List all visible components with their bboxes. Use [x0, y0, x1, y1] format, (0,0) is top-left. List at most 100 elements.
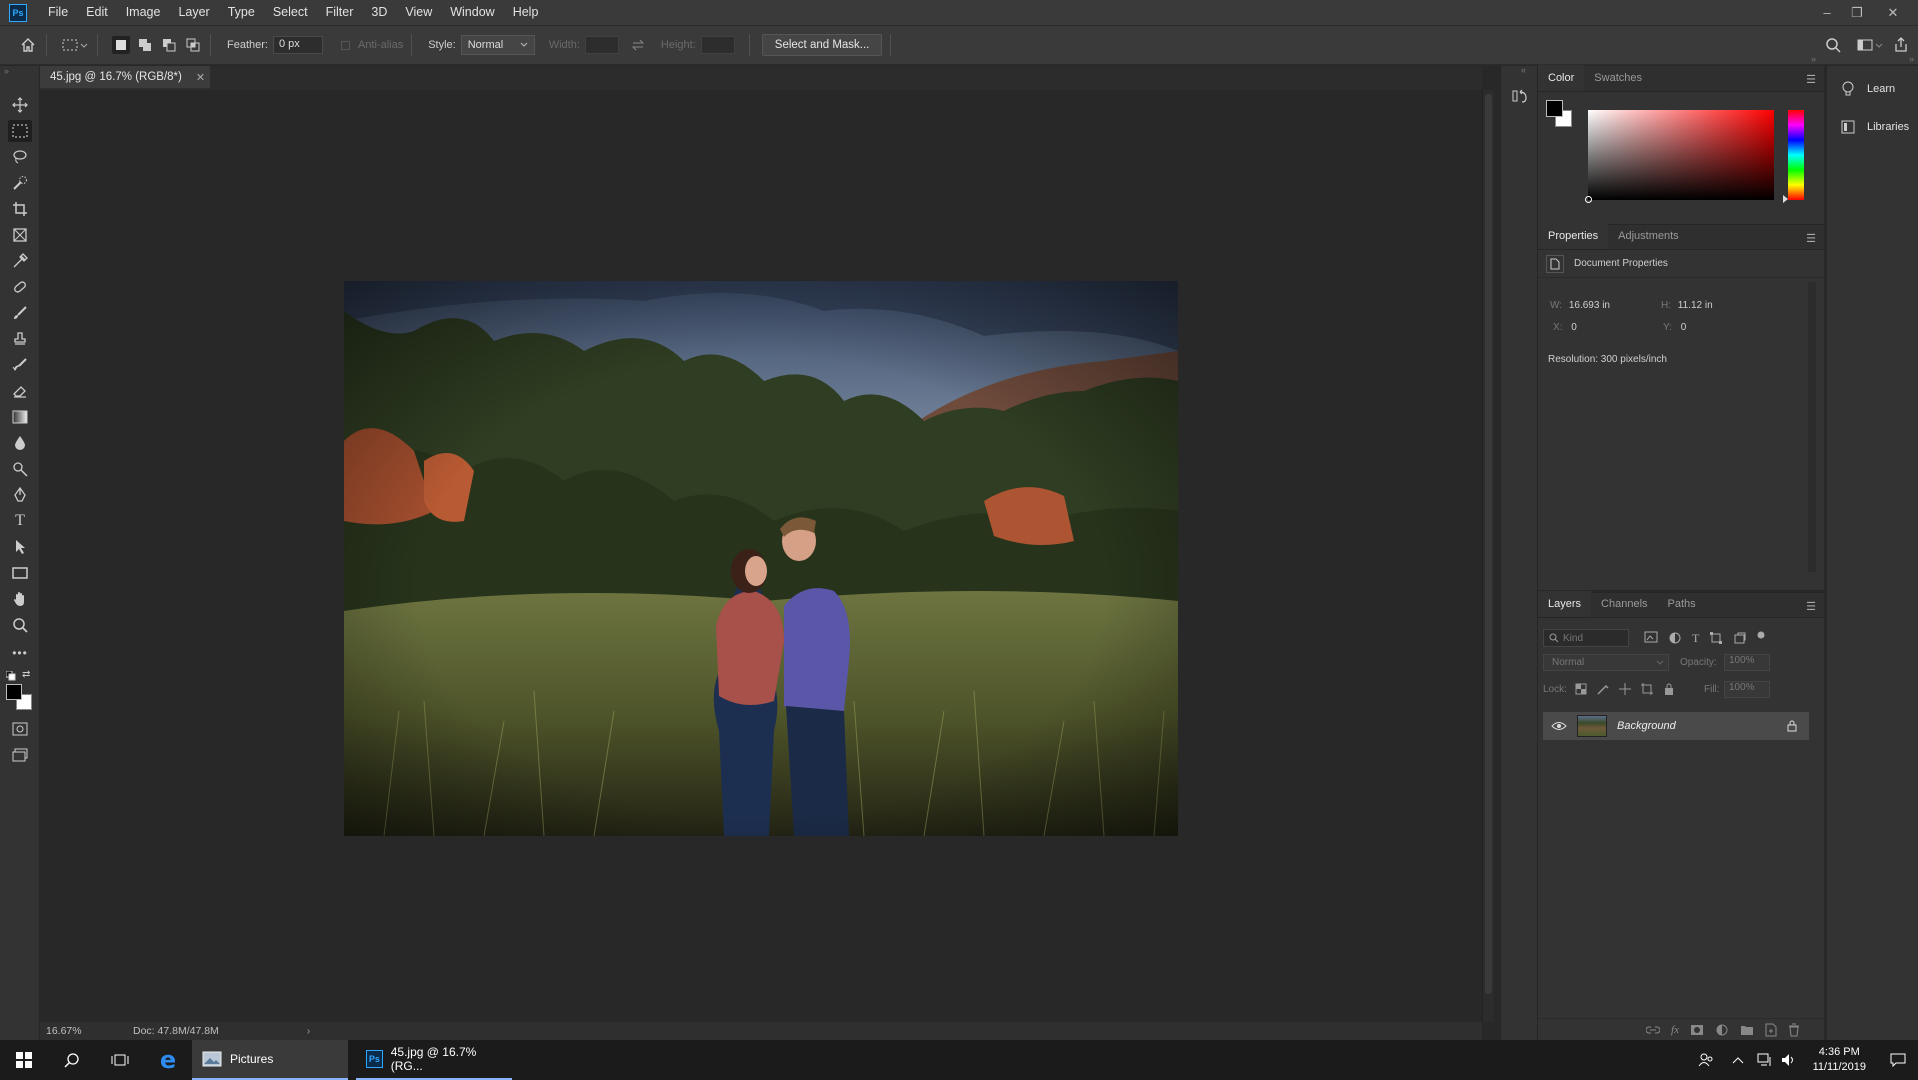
lasso-tool-icon[interactable]: [8, 146, 32, 168]
panel-menu-icon[interactable]: ☰: [1806, 600, 1816, 613]
tab-paths[interactable]: Paths: [1658, 591, 1706, 617]
vertical-scrollbar[interactable]: [1482, 90, 1494, 1022]
new-adjustment-layer-icon[interactable]: [1715, 1023, 1729, 1037]
taskbar-app-photoshop[interactable]: Ps 45.jpg @ 16.7% (RG...: [356, 1040, 512, 1080]
menu-type[interactable]: Type: [219, 0, 264, 25]
dodge-tool-icon[interactable]: [8, 458, 32, 480]
eraser-tool-icon[interactable]: [8, 380, 32, 402]
frame-tool-icon[interactable]: [8, 224, 32, 246]
pixel-filter-icon[interactable]: [1644, 631, 1658, 643]
menu-filter[interactable]: Filter: [317, 0, 363, 25]
smart-object-filter-icon[interactable]: [1733, 631, 1747, 645]
menu-layer[interactable]: Layer: [169, 0, 218, 25]
rectangle-tool-icon[interactable]: [8, 562, 32, 584]
properties-scrollbar[interactable]: [1808, 282, 1816, 572]
layer-row[interactable]: Background: [1543, 712, 1809, 740]
opacity-input[interactable]: 100%: [1724, 654, 1770, 671]
add-mask-icon[interactable]: [1690, 1024, 1704, 1036]
eyedropper-tool-icon[interactable]: [8, 250, 32, 272]
adjustment-filter-icon[interactable]: [1668, 631, 1682, 645]
add-selection-icon[interactable]: [136, 36, 154, 54]
y-value[interactable]: 0: [1681, 322, 1687, 333]
new-group-icon[interactable]: [1740, 1024, 1754, 1036]
blur-tool-icon[interactable]: [8, 432, 32, 454]
collapse-arrows-icon[interactable]: »: [4, 66, 9, 76]
link-layers-icon[interactable]: [1646, 1025, 1661, 1035]
shape-filter-icon[interactable]: [1709, 631, 1723, 645]
lock-image-icon[interactable]: [1596, 682, 1610, 696]
people-icon[interactable]: [1689, 1040, 1723, 1080]
color-panel-swatches[interactable]: [1546, 100, 1574, 128]
lock-all-icon[interactable]: [1662, 682, 1676, 696]
blend-mode-select[interactable]: Normal: [1543, 654, 1669, 671]
subtract-selection-icon[interactable]: [160, 36, 178, 54]
panel-menu-icon[interactable]: ☰: [1806, 73, 1816, 86]
hue-slider-handle[interactable]: [1783, 195, 1788, 203]
tab-layers[interactable]: Layers: [1538, 591, 1592, 617]
lock-artboard-icon[interactable]: [1640, 682, 1654, 696]
search-icon[interactable]: [1824, 36, 1842, 54]
quick-selection-tool-icon[interactable]: [8, 172, 32, 194]
home-icon[interactable]: [18, 36, 38, 54]
marquee-preset-icon[interactable]: [61, 36, 89, 54]
document-tab[interactable]: 45.jpg @ 16.7% (RGB/8*) ✕: [40, 66, 210, 90]
swap-colors-icon[interactable]: ⇄: [22, 669, 30, 680]
taskbar-clock[interactable]: 4:36 PM 11/11/2019: [1813, 1045, 1866, 1075]
eye-icon[interactable]: [1551, 720, 1567, 732]
new-selection-icon[interactable]: [112, 36, 130, 54]
tab-adjustments[interactable]: Adjustments: [1608, 223, 1689, 249]
learn-button[interactable]: Learn: [1827, 70, 1918, 108]
gradient-tool-icon[interactable]: [8, 406, 32, 428]
menu-file[interactable]: File: [39, 0, 77, 25]
filter-toggle-icon[interactable]: [1757, 631, 1765, 639]
layer-filter-select[interactable]: Kind: [1543, 629, 1629, 647]
x-value[interactable]: 0: [1571, 322, 1577, 333]
menu-window[interactable]: Window: [441, 0, 503, 25]
close-button[interactable]: ✕: [1878, 0, 1908, 25]
type-filter-icon[interactable]: T: [1692, 631, 1699, 646]
menu-view[interactable]: View: [396, 0, 441, 25]
collapse-panels-icon[interactable]: «: [1521, 65, 1526, 75]
menu-help[interactable]: Help: [504, 0, 548, 25]
windows-start-icon[interactable]: [0, 1040, 48, 1080]
path-selection-tool-icon[interactable]: [8, 536, 32, 558]
width-input[interactable]: [584, 36, 619, 54]
w-value[interactable]: 16.693 in: [1569, 300, 1610, 311]
more-tools-icon[interactable]: •••: [8, 642, 32, 664]
marquee-tool-icon[interactable]: [8, 120, 32, 142]
type-tool-icon[interactable]: T: [8, 510, 32, 532]
notifications-icon[interactable]: [1878, 1040, 1918, 1080]
select-and-mask-button[interactable]: Select and Mask...: [761, 34, 883, 56]
hue-slider[interactable]: [1783, 110, 1804, 203]
color-picker-field[interactable]: [1585, 110, 1774, 203]
task-view-icon[interactable]: [96, 1040, 144, 1080]
collapse-icon[interactable]: »: [1909, 54, 1914, 64]
history-panel-icon[interactable]: [1512, 88, 1528, 107]
status-menu-arrow[interactable]: ›: [307, 1025, 311, 1037]
share-icon[interactable]: [1892, 36, 1910, 54]
restore-button[interactable]: ❐: [1842, 0, 1872, 25]
default-colors-icon[interactable]: [5, 670, 16, 684]
screen-mode-icon[interactable]: [8, 744, 32, 766]
workspace-icon[interactable]: [1856, 36, 1884, 54]
zoom-level[interactable]: 16.67%: [46, 1025, 108, 1037]
show-hidden-icons-icon[interactable]: [1723, 1040, 1753, 1080]
color-swatches[interactable]: [6, 684, 34, 712]
history-brush-tool-icon[interactable]: [8, 354, 32, 376]
volume-icon[interactable]: [1777, 1040, 1801, 1080]
foreground-color-swatch[interactable]: [6, 684, 22, 700]
tab-channels[interactable]: Channels: [1591, 591, 1657, 617]
lock-transparent-icon[interactable]: [1574, 682, 1588, 696]
delete-layer-icon[interactable]: [1788, 1023, 1800, 1037]
feather-input[interactable]: 0 px: [272, 36, 323, 54]
search-icon[interactable]: [48, 1040, 96, 1080]
menu-edit[interactable]: Edit: [77, 0, 117, 25]
quick-mask-icon[interactable]: [8, 718, 32, 740]
panel-menu-icon[interactable]: ☰: [1806, 232, 1816, 245]
minimize-button[interactable]: –: [1812, 0, 1842, 25]
pen-tool-icon[interactable]: [8, 484, 32, 506]
taskbar-app-pictures[interactable]: Pictures: [192, 1040, 348, 1080]
zoom-tool-icon[interactable]: [8, 614, 32, 636]
h-value[interactable]: 11.12 in: [1678, 300, 1713, 311]
foreground-swatch[interactable]: [1546, 100, 1563, 117]
